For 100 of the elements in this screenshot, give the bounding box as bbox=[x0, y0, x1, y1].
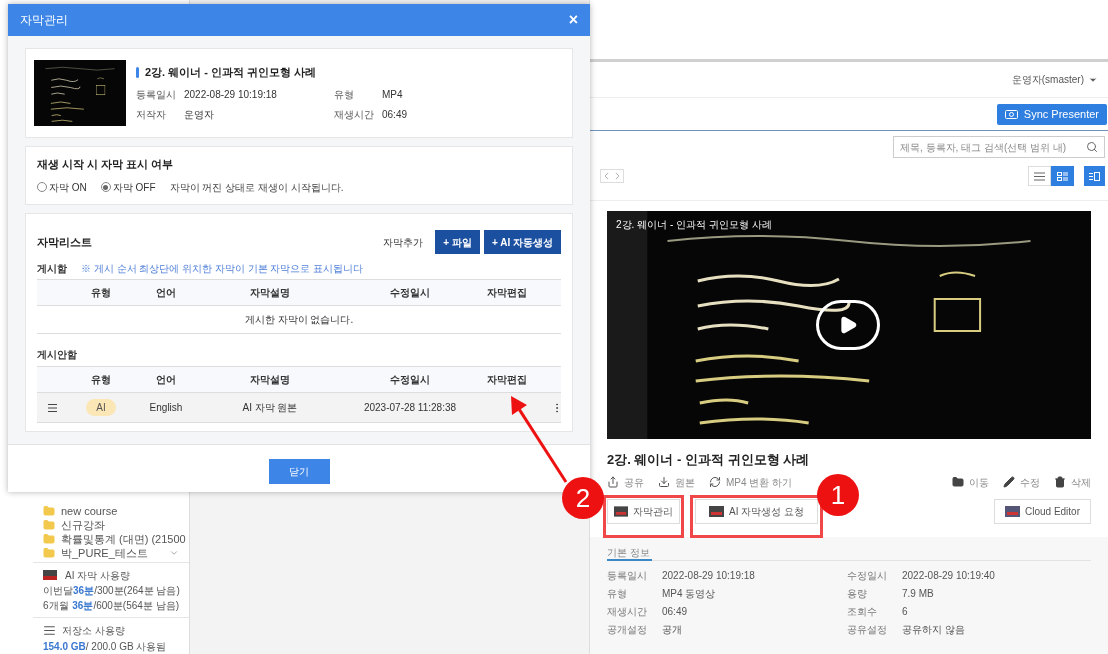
field-value: 운영자 bbox=[184, 107, 215, 122]
subtitle-button[interactable]: AI 자막생성 요청 bbox=[695, 499, 818, 524]
action-button[interactable]: 삭제 bbox=[1054, 474, 1091, 490]
type-badge: AI bbox=[86, 399, 116, 416]
trash-icon bbox=[1054, 476, 1066, 488]
field-value: 2022-08-29 10:19:18 bbox=[184, 87, 278, 102]
notice-text: ※ 게시 순서 최상단에 위치한 자막이 기본 자막으로 표시됩니다 bbox=[81, 261, 364, 276]
grid-view-button[interactable] bbox=[1051, 166, 1074, 186]
search-icon bbox=[1086, 141, 1098, 153]
action-button[interactable]: 수정 bbox=[1003, 474, 1040, 490]
play-icon bbox=[838, 315, 858, 335]
radio-button[interactable] bbox=[37, 182, 47, 192]
screen-icon bbox=[1004, 109, 1018, 119]
subtitle-icon bbox=[1004, 506, 1020, 517]
field-label: 등록일시 bbox=[136, 87, 177, 102]
subtitle-icon bbox=[709, 506, 724, 517]
radio-option[interactable]: 자막 OFF bbox=[100, 179, 156, 195]
usage-label: 이번달 bbox=[43, 584, 73, 598]
info-value: 공유하지 않음 bbox=[902, 623, 966, 637]
cloud-editor-button[interactable]: Cloud Editor bbox=[993, 499, 1091, 524]
refresh-icon bbox=[709, 476, 721, 488]
panel-toggle-button[interactable] bbox=[1084, 166, 1105, 186]
subtitle-button[interactable]: 자막관리 bbox=[607, 499, 680, 524]
play-button[interactable] bbox=[816, 300, 880, 350]
section-title: AI 자막 사용량 bbox=[65, 568, 130, 583]
dialog-title: 자막관리 bbox=[20, 12, 68, 29]
action-button[interactable]: 이동 bbox=[952, 474, 989, 490]
info-value: 06:49 bbox=[662, 605, 689, 619]
folder-icon bbox=[43, 547, 55, 559]
column-header: 자막설명 bbox=[249, 286, 291, 300]
field-label: 재생시간 bbox=[334, 107, 375, 122]
section-title: 재생 시작 시 자막 표시 여부 bbox=[37, 157, 175, 172]
list-view-button[interactable] bbox=[1028, 166, 1051, 186]
panel-icon bbox=[1089, 171, 1100, 181]
info-label: 공유설정 bbox=[847, 623, 888, 637]
info-label: 조회수 bbox=[847, 605, 878, 619]
action-button[interactable]: MP4 변환 하기 bbox=[709, 474, 793, 490]
group-title: 게시안함 bbox=[37, 348, 78, 362]
info-label: 수정일시 bbox=[847, 569, 888, 583]
column-header: 유형 bbox=[90, 286, 112, 300]
option-note: 자막이 꺼진 상태로 재생이 시작됩니다. bbox=[169, 180, 344, 195]
folder-icon bbox=[952, 476, 964, 488]
add-label: 자막추가 bbox=[383, 235, 424, 250]
action-button[interactable]: 공유 bbox=[607, 474, 644, 490]
empty-message: 게시한 자막이 없습니다. bbox=[37, 306, 561, 334]
info-value: 공개 bbox=[662, 623, 683, 637]
action-button[interactable]: 원본 bbox=[658, 474, 695, 490]
close-button[interactable]: 닫기 bbox=[268, 459, 330, 484]
column-header: 수정일시 bbox=[389, 373, 431, 387]
folder-icon bbox=[43, 505, 55, 517]
field-label: 저작자 bbox=[136, 107, 167, 122]
radio-button[interactable] bbox=[100, 182, 111, 192]
folder-icon bbox=[43, 519, 55, 531]
download-icon bbox=[658, 476, 670, 488]
column-header: 유형 bbox=[90, 373, 112, 387]
info-label: 등록일시 bbox=[607, 569, 648, 583]
column-header: 언어 bbox=[155, 286, 177, 300]
info-value: 2022-08-29 10:19:40 bbox=[902, 569, 996, 583]
column-header: 수정일시 bbox=[389, 286, 431, 300]
table-cell-text: 2023-07-28 11:28:38 bbox=[362, 401, 458, 415]
field-value: 06:49 bbox=[382, 107, 409, 122]
folder-icon bbox=[43, 533, 55, 545]
add-file-button[interactable]: + 파일 bbox=[435, 230, 480, 254]
group-title: 게시함 bbox=[37, 261, 67, 276]
table-cell-text: AI 자막 원본 bbox=[241, 401, 299, 415]
list-icon bbox=[1034, 171, 1045, 181]
info-value: 7.9 MB bbox=[902, 587, 935, 601]
info-label: 용량 bbox=[847, 587, 868, 601]
info-label: 재생시간 bbox=[607, 605, 648, 619]
usage-label: 6개월 bbox=[43, 599, 70, 613]
user-menu[interactable]: 운영자(smaster) bbox=[1011, 72, 1084, 87]
info-value: MP4 동영상 bbox=[662, 587, 717, 601]
field-label: 유형 bbox=[334, 87, 355, 102]
section-title: 저장소 사용량 bbox=[62, 623, 125, 638]
ai-icon bbox=[43, 570, 57, 580]
subtitle-icon bbox=[614, 506, 628, 517]
usage-value: 36분/600분(564분 남음) bbox=[72, 599, 179, 613]
info-tab[interactable]: 기본 정보 bbox=[607, 545, 652, 561]
storage-icon bbox=[43, 623, 56, 637]
info-label: 유형 bbox=[607, 587, 628, 601]
video-title: 2강. 웨이너 - 인과적 귀인모형 사례 bbox=[606, 451, 811, 468]
pencil-icon bbox=[1003, 476, 1015, 488]
field-value: MP4 bbox=[382, 87, 404, 102]
storage-usage: 154.0 GB/ 200.0 GB 사용됨 bbox=[43, 639, 168, 654]
info-value: 6 bbox=[902, 605, 909, 619]
video-title: 2강. 웨이너 - 인과적 귀인모형 사례 bbox=[145, 65, 317, 81]
info-value: 2022-08-29 10:19:18 bbox=[662, 569, 756, 583]
radio-option[interactable]: 자막 ON bbox=[37, 179, 87, 195]
usage-value: 36분/300분(264분 남음) bbox=[73, 584, 180, 598]
dropdown-icon bbox=[169, 548, 179, 558]
table-cell-text: English bbox=[148, 401, 184, 415]
column-header: 자막편집 bbox=[486, 373, 528, 387]
video-title: 2강. 웨이너 - 인과적 귀인모형 사례 bbox=[616, 218, 772, 232]
grid-icon bbox=[1057, 171, 1068, 181]
search-field[interactable]: 제목, 등록자, 태그 검색(선택 범위 내) bbox=[893, 136, 1105, 158]
close-button[interactable]: × bbox=[568, 8, 578, 32]
sync-presenter-button[interactable]: Sync Presenter bbox=[996, 103, 1107, 125]
ai-generate-button[interactable]: + AI 자동생성 bbox=[483, 230, 561, 254]
info-label: 공개설정 bbox=[607, 623, 648, 637]
drag-handle-icon[interactable] bbox=[48, 403, 57, 412]
